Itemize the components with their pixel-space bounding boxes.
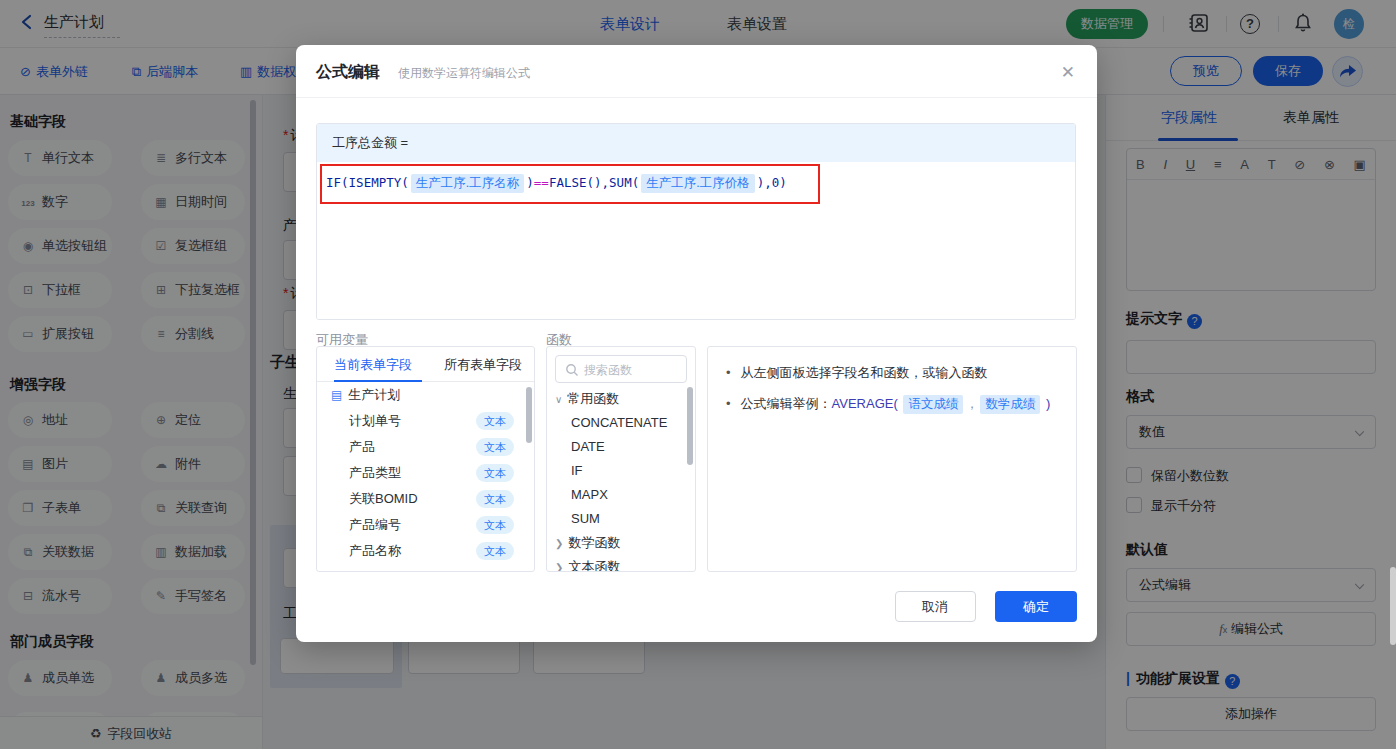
field-type-tag: 文本: [476, 464, 514, 482]
formula-field-pill[interactable]: 生产工序.工序名称: [411, 174, 524, 193]
variable-field-产品名称[interactable]: 产品名称文本: [317, 538, 534, 564]
tips-panel: •从左侧面板选择字段名和函数，或输入函数 •公式编辑举例：AVERAGE( 语文…: [707, 346, 1077, 572]
field-type-tag: 文本: [476, 412, 514, 430]
formula-editor: 工序总金额 = IF(ISEMPTY(生产工序.工序名称)==FALSE(),S…: [316, 123, 1076, 320]
page-scrollbar[interactable]: [1390, 567, 1396, 645]
formula-token: FALSE(),SUM(: [549, 175, 639, 190]
function-item-CONCATENATE[interactable]: CONCATENATE: [547, 411, 695, 435]
formula-token: IF(ISEMPTY(: [326, 175, 409, 190]
formula-expression[interactable]: IF(ISEMPTY(生产工序.工序名称)==FALSE(),SUM(生产工序.…: [326, 174, 787, 193]
variable-field-产品编号[interactable]: 产品编号文本: [317, 512, 534, 538]
function-search-input[interactable]: 搜索函数: [555, 355, 687, 383]
tab-all-form-fields[interactable]: 所有表单字段: [444, 356, 522, 374]
confirm-button[interactable]: 确定: [995, 591, 1077, 622]
functions-scrollbar[interactable]: [687, 387, 693, 465]
modal-footer: 取消 确定: [895, 591, 1077, 622]
document-icon: ▤: [331, 388, 342, 402]
field-type-tag: 文本: [476, 542, 514, 560]
app-root: 生产计划 表单设计 表单设置 数据管理 ? 检 ⊘表单外链⧉后端脚本▥数据权 预…: [0, 0, 1396, 749]
formula-token: ),0): [757, 175, 787, 190]
modal-title: 公式编辑: [316, 62, 380, 83]
modal-header: 公式编辑 使用数学运算符编辑公式 ✕: [296, 45, 1097, 98]
close-icon[interactable]: ✕: [1061, 62, 1075, 83]
chevron-down-icon: ∨: [555, 394, 562, 405]
field-type-tag: 文本: [476, 438, 514, 456]
formula-edit-modal: 公式编辑 使用数学运算符编辑公式 ✕ 工序总金额 = IF(ISEMPTY(生产…: [296, 45, 1097, 642]
function-group-常用函数[interactable]: ∨常用函数: [547, 387, 695, 411]
tree-root-form[interactable]: ▤生产计划: [317, 382, 534, 408]
formula-field-pill[interactable]: 生产工序.工序价格: [641, 174, 754, 193]
tip-line-1: •从左侧面板选择字段名和函数，或输入函数: [726, 364, 1058, 382]
variable-field-产品[interactable]: 产品文本: [317, 434, 534, 460]
search-placeholder: 搜索函数: [584, 362, 632, 379]
formula-target: 工序总金额 =: [317, 124, 1075, 162]
formula-body[interactable]: IF(ISEMPTY(生产工序.工序名称)==FALSE(),SUM(生产工序.…: [317, 162, 1075, 320]
tab-current-form-fields[interactable]: 当前表单字段: [334, 356, 412, 374]
variable-field-关联BOMID[interactable]: 关联BOMID文本: [317, 486, 534, 512]
tip-line-2: •公式编辑举例：AVERAGE( 语文成绩，数学成绩 ): [726, 395, 1058, 414]
field-type-tag: 文本: [476, 490, 514, 508]
modal-subtitle: 使用数学运算符编辑公式: [398, 65, 530, 82]
variables-panel: 当前表单字段 所有表单字段 ▤生产计划计划单号文本产品文本产品类型文本关联BOM…: [316, 346, 535, 572]
variable-field-计划单号[interactable]: 计划单号文本: [317, 408, 534, 434]
function-item-IF[interactable]: IF: [547, 459, 695, 483]
cancel-button[interactable]: 取消: [895, 591, 976, 622]
function-item-SUM[interactable]: SUM: [547, 507, 695, 531]
variables-scrollbar[interactable]: [526, 387, 532, 443]
function-item-MAPX[interactable]: MAPX: [547, 483, 695, 507]
formula-token: ==: [534, 175, 549, 190]
variable-tabs: 当前表单字段 所有表单字段: [317, 347, 534, 382]
function-group-文本函数[interactable]: ❯文本函数: [547, 555, 695, 572]
chevron-right-icon: ❯: [555, 562, 563, 572]
field-type-tag: 文本: [476, 516, 514, 534]
chevron-right-icon: ❯: [555, 538, 563, 549]
variable-field-产品类型[interactable]: 产品类型文本: [317, 460, 534, 486]
formula-token: ): [526, 175, 534, 190]
functions-panel: 搜索函数 ∨常用函数CONCATENATEDATEIFMAPXSUM❯数学函数❯…: [546, 346, 696, 572]
function-item-DATE[interactable]: DATE: [547, 435, 695, 459]
function-group-数学函数[interactable]: ❯数学函数: [547, 531, 695, 555]
